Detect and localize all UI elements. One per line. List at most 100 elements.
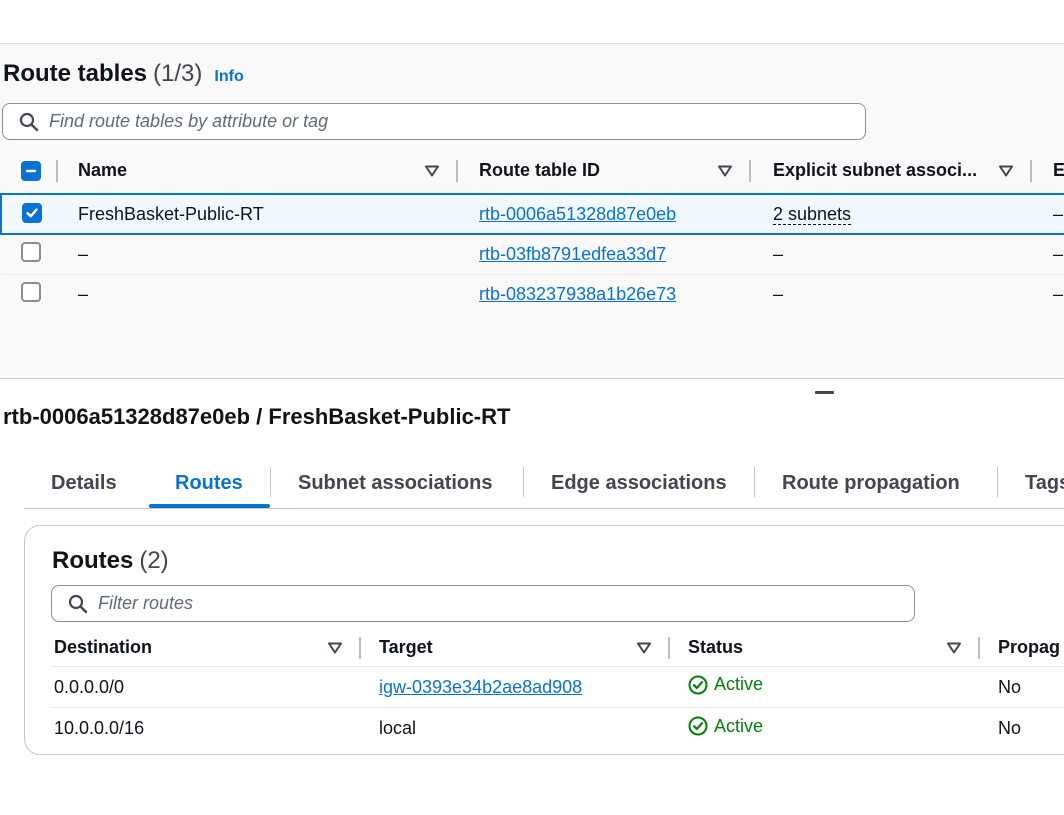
table-row[interactable]: – rtb-03fb8791edfea33d7 – – [1, 233, 1064, 274]
cell-status: Active [670, 666, 980, 708]
target-link[interactable]: igw-0393e34b2ae8ad908 [379, 677, 582, 697]
column-header-route-table-id[interactable]: Route table ID [458, 148, 751, 194]
sort-caret-icon[interactable] [946, 642, 962, 654]
row-checkbox[interactable] [21, 241, 41, 262]
table-header-row: Destination Target Status Propag [51, 629, 1064, 667]
cell-target: local [361, 707, 670, 749]
table-row[interactable]: – rtb-083237938a1b26e73 – – [1, 273, 1064, 314]
cell-status: Active [670, 707, 980, 749]
tab-subnet-associations[interactable]: Subnet associations [298, 458, 493, 509]
tab-routes[interactable]: Routes [175, 458, 243, 509]
sort-caret-icon[interactable] [636, 642, 652, 654]
cell-edge: – [1032, 193, 1064, 235]
search-icon [19, 112, 39, 131]
route-table-id-link[interactable]: rtb-0006a51328d87e0eb [479, 204, 676, 224]
column-header-edge[interactable]: Ed [1032, 148, 1064, 194]
info-link[interactable]: Info [214, 68, 243, 86]
checkbox-checked-icon [26, 208, 38, 218]
route-table-id-link[interactable]: rtb-03fb8791edfea33d7 [479, 244, 666, 264]
tab-details[interactable]: Details [51, 458, 117, 509]
routes-table: Destination Target Status Propag 0.0.0.0… [51, 629, 1064, 749]
table-row[interactable]: FreshBasket-Public-RT rtb-0006a51328d87e… [0, 193, 1064, 235]
sort-caret-icon[interactable] [424, 165, 440, 177]
column-label-target: Target [379, 637, 433, 657]
column-header-propagated[interactable]: Propag [980, 629, 1064, 667]
subnets-popover-trigger[interactable]: 2 subnets [773, 203, 852, 225]
cell-destination: 0.0.0.0/0 [51, 666, 361, 708]
cell-propagated: No [980, 666, 1064, 708]
column-label-name: Name [78, 160, 128, 180]
routes-header: Routes (2) [52, 547, 169, 575]
cell-explicit-subnet: 2 subnets [751, 193, 1032, 235]
route-tables-title: Route tables [3, 60, 148, 87]
cell-explicit-subnet: – [751, 273, 1032, 314]
tab-separator [997, 467, 998, 497]
route-tables-panel: Route tables (1/3) Info Nam [0, 44, 1064, 379]
status-success-icon [688, 716, 708, 736]
cell-route-table-id: rtb-03fb8791edfea33d7 [458, 233, 751, 274]
routes-count: (2) [139, 547, 169, 574]
column-label-status: Status [688, 637, 744, 657]
table-row: 0.0.0.0/0 igw-0393e34b2ae8ad908 Active N… [51, 666, 1064, 708]
checkbox-indeterminate-icon [25, 169, 37, 172]
tab-separator [270, 467, 271, 497]
column-label-propagated: Propag [998, 637, 1061, 657]
cell-route-table-id: rtb-083237938a1b26e73 [458, 273, 751, 314]
column-label-explicit-subnet: Explicit subnet associ... [773, 160, 978, 180]
top-band [0, 0, 1064, 44]
cell-propagated: No [980, 707, 1064, 749]
column-label-route-table-id: Route table ID [479, 160, 601, 180]
row-select-cell [1, 233, 58, 274]
cell-edge: – [1032, 273, 1064, 314]
search-icon [68, 594, 88, 613]
cell-explicit-subnet: – [751, 233, 1032, 274]
column-header-name[interactable]: Name [58, 148, 458, 194]
column-header-explicit-subnet[interactable]: Explicit subnet associ... [751, 148, 1032, 194]
route-tables-search[interactable] [2, 103, 866, 140]
tab-separator [523, 467, 524, 497]
table-header-row: Name Route table ID Explicit subnet asso… [1, 148, 1064, 194]
row-checkbox[interactable] [22, 203, 42, 223]
active-tab-indicator [149, 504, 270, 508]
sort-caret-icon[interactable] [998, 165, 1014, 177]
route-tables-header: Route tables (1/3) Info [3, 60, 244, 88]
status-text: Active [714, 674, 764, 695]
column-header-destination[interactable]: Destination [51, 629, 361, 667]
detail-page-title: rtb-0006a51328d87e0eb / FreshBasket-Publ… [3, 404, 511, 429]
route-tables-search-input[interactable] [49, 111, 865, 132]
cell-name: – [58, 233, 458, 274]
cell-name: FreshBasket-Public-RT [58, 193, 458, 235]
resize-handle-icon[interactable] [815, 391, 834, 394]
column-label-edge: Ed [1053, 160, 1064, 180]
route-tables-table: Name Route table ID Explicit subnet asso… [0, 148, 1064, 314]
column-header-status[interactable]: Status [670, 629, 980, 667]
tab-separator [754, 467, 755, 497]
column-header-target[interactable]: Target [361, 629, 670, 667]
tab-tags[interactable]: Tags [1025, 458, 1064, 509]
row-select-cell [1, 273, 58, 314]
select-all-header [1, 148, 58, 194]
status-success-icon [688, 675, 708, 695]
tab-route-propagation[interactable]: Route propagation [782, 458, 960, 509]
route-table-id-link[interactable]: rtb-083237938a1b26e73 [479, 284, 676, 304]
row-select-cell [0, 193, 58, 235]
status-text: Active [714, 715, 764, 736]
detail-tabs: Details Routes Subnet associations Edge … [24, 458, 1064, 509]
cell-destination: 10.0.0.0/16 [51, 707, 361, 749]
sort-caret-icon[interactable] [327, 642, 343, 654]
cell-route-table-id: rtb-0006a51328d87e0eb [458, 193, 751, 235]
select-all-checkbox[interactable] [21, 160, 41, 181]
routes-container: Routes (2) Destination Target [24, 525, 1064, 755]
tab-edge-associations[interactable]: Edge associations [551, 458, 727, 509]
cell-edge: – [1032, 233, 1064, 274]
cell-target: igw-0393e34b2ae8ad908 [361, 666, 670, 708]
sort-caret-icon[interactable] [717, 165, 733, 177]
cell-name: – [58, 273, 458, 314]
column-label-destination: Destination [54, 637, 153, 657]
routes-title: Routes [52, 547, 134, 574]
status-indicator: Active [688, 716, 763, 737]
routes-filter-input[interactable] [98, 593, 914, 614]
status-indicator: Active [688, 674, 763, 695]
routes-filter[interactable] [51, 585, 915, 622]
row-checkbox[interactable] [21, 281, 41, 302]
